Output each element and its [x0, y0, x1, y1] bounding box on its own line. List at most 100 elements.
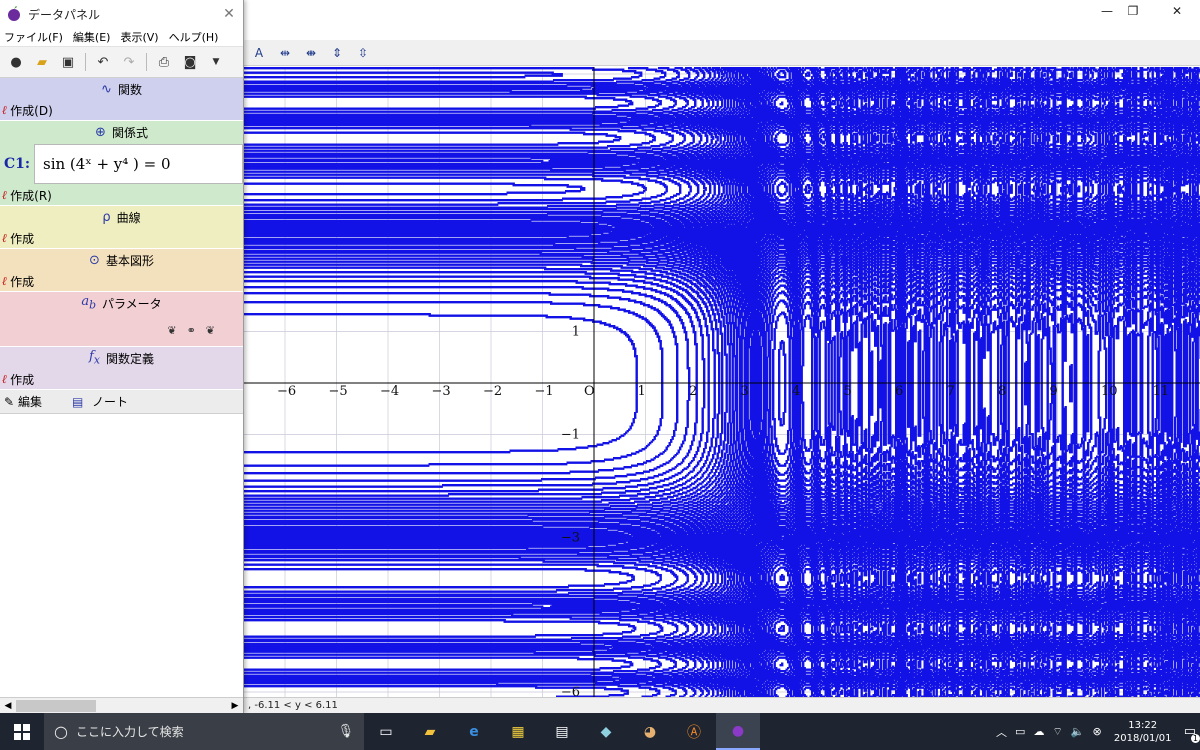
clock[interactable]: 13:22 2018/01/01 [1110, 719, 1176, 745]
show-hidden-icons-icon[interactable]: ︿ [996, 724, 1007, 740]
graph-canvas[interactable]: −6 −5 −4 −3 −2 −1 O 1 2 3 4 5 6 7 8 9 10 11 1 −1 −3 −6 [244, 67, 1200, 697]
data-panel-toolbar: ● ▰ ▣ ↶ ↷ ⎙ ◙ ▼ [0, 46, 243, 78]
x-tick-label: O [584, 384, 595, 399]
windows-logo-icon [14, 724, 30, 740]
scrollbar-thumb[interactable] [16, 700, 96, 712]
restore-button[interactable]: ❐ [1110, 0, 1156, 22]
data-panel-window: データパネル ✕ ファイル(F) 編集(E) 表示(V) ヘルプ(H) ● ▰ … [0, 0, 244, 713]
taskbar-edge[interactable]: e [452, 713, 496, 750]
graph-toolbar: A ⇹ ⇼ ⇕ ⇳ [244, 40, 1200, 66]
paw-print-icon[interactable]: ❦ [167, 324, 176, 337]
redo-button[interactable]: ↷ [117, 51, 141, 73]
paw-print-alt-icon[interactable]: ❦ [206, 324, 215, 337]
statusbar: , -6.11 < y < 6.11 [244, 697, 1200, 713]
relation-label: C1: [0, 156, 34, 172]
print-button[interactable]: ⎙ [152, 51, 176, 73]
function-section-header[interactable]: ∿ 関数 [0, 78, 243, 100]
taskbar-app-yellow[interactable]: ▦ [496, 713, 540, 750]
app-logo-icon [6, 6, 22, 22]
edit-icon: ✎ [0, 395, 18, 409]
folder-icon: ▰ [425, 724, 436, 740]
relation-create-button[interactable]: ℓ 作成(R) [0, 185, 243, 205]
close-icon: ✕ [1172, 4, 1182, 18]
curve-icon: ρ [102, 210, 110, 225]
relation-equation-field[interactable]: sin (4ˣ + y⁴ ) = 0 [34, 144, 243, 184]
basic-shape-create-button[interactable]: ℓ 作成 [0, 271, 243, 291]
new-button[interactable]: ● [4, 51, 28, 73]
save-button[interactable]: ▣ [56, 51, 80, 73]
taskbar-explorer[interactable]: ▰ [408, 713, 452, 750]
expand-vertical-icon[interactable]: ⇕ [326, 43, 348, 63]
notification-center-button[interactable]: ▭ 1 [1184, 724, 1196, 739]
start-button[interactable] [0, 713, 44, 750]
x-tick-label: −2 [483, 384, 502, 399]
data-panel-close-button[interactable]: ✕ [215, 0, 243, 28]
basic-shape-section-title: 基本図形 [106, 252, 154, 269]
scroll-right-icon[interactable]: ▶ [227, 701, 243, 711]
task-view-button[interactable]: ▭ [364, 713, 408, 750]
function-definition-section-header[interactable]: fx 関数定義 [0, 347, 243, 369]
capture-dropdown[interactable]: ▼ [204, 51, 228, 73]
microphone-icon[interactable]: 🎙 [337, 724, 354, 739]
menu-help[interactable]: ヘルプ(H) [169, 29, 219, 45]
x-tick-label: −1 [535, 384, 554, 399]
paint-palette-icon: ◕ [644, 724, 656, 740]
edit-button[interactable]: 編集 [18, 393, 72, 410]
function-definition-section: fx 関数定義 ℓ 作成 [0, 347, 243, 390]
status-error-icon[interactable]: ⊗ [1092, 725, 1101, 738]
relation-row[interactable]: C1: sin (4ˣ + y⁴ ) = 0 [0, 143, 243, 185]
axes-toggle-icon[interactable]: A [248, 43, 270, 63]
undo-button[interactable]: ↶ [91, 51, 115, 73]
edge-icon: e [469, 724, 479, 740]
expand-horizontal-icon[interactable]: ⇹ [274, 43, 296, 63]
volume-icon[interactable]: 🔈 [1071, 725, 1085, 738]
desktop: — ❐ ✕ A ⇹ ⇼ ⇕ ⇳ −6 −5 −4 −3 −2 −1 O 1 2 3 4 5 6 7 8 9 10… [0, 0, 1200, 750]
scroll-left-icon[interactable]: ◀ [0, 701, 16, 711]
taskbar-search[interactable]: ○ ここに入力して検索 🎙 [44, 713, 364, 750]
pen-icon: ℓ [2, 188, 7, 203]
pen-icon: ℓ [2, 274, 7, 289]
x-tick-label: 8 [998, 384, 1006, 399]
curve-create-button[interactable]: ℓ 作成 [0, 228, 243, 248]
function-definition-create-button[interactable]: ℓ 作成 [0, 369, 243, 389]
shrink-horizontal-icon[interactable]: ⇼ [300, 43, 322, 63]
y-tick-label: −6 [561, 685, 580, 697]
data-panel-titlebar: データパネル ✕ [0, 0, 243, 28]
cloud-icon[interactable]: ☁ [1033, 725, 1044, 738]
menu-file[interactable]: ファイル(F) [4, 29, 63, 45]
taskbar-paint[interactable]: ◕ [628, 713, 672, 750]
relation-section-title: 関係式 [112, 124, 148, 141]
taskbar-notebook[interactable]: ◆ [584, 713, 628, 750]
x-tick-label: 2 [689, 384, 697, 399]
clock-date: 2018/01/01 [1110, 732, 1176, 745]
x-tick-label: 7 [947, 384, 955, 399]
curve-section-header[interactable]: ρ 曲線 [0, 206, 243, 228]
menu-view[interactable]: 表示(V) [120, 29, 158, 45]
x-tick-label: 1 [638, 384, 646, 399]
shape-icon: ⊙ [89, 253, 100, 268]
toolbar-divider [146, 53, 147, 71]
link-icon[interactable]: ⚭ [187, 324, 196, 337]
note-button[interactable]: ノート [92, 393, 128, 410]
taskbar-calculator[interactable]: ▤ [540, 713, 584, 750]
pen-icon: ℓ [2, 231, 7, 246]
relation-section-header[interactable]: ⊕ 関係式 [0, 121, 243, 143]
relation-section: ⊕ 関係式 C1: sin (4ˣ + y⁴ ) = 0 ℓ 作成(R) [0, 121, 243, 206]
chevron-down-icon: ▼ [213, 57, 220, 67]
wifi-icon[interactable]: ⌔ [1052, 725, 1062, 739]
capture-button[interactable]: ◙ [178, 51, 202, 73]
basic-shape-section-header[interactable]: ⊙ 基本図形 [0, 249, 243, 271]
x-tick-label: 5 [844, 384, 852, 399]
notification-count: 1 [1191, 734, 1200, 743]
shrink-vertical-icon[interactable]: ⇳ [352, 43, 374, 63]
menu-edit[interactable]: 編集(E) [73, 29, 111, 45]
function-create-button[interactable]: ℓ 作成(D) [0, 100, 243, 120]
new-file-icon: ● [10, 55, 21, 70]
parameter-section-header[interactable]: ab パラメータ [0, 292, 243, 314]
taskbar-app-orange[interactable]: Ⓐ [672, 713, 716, 750]
taskbar-grapes-active[interactable]: ● [716, 713, 760, 750]
data-panel-scrollbar[interactable]: ◀ ▶ [0, 697, 243, 713]
battery-icon[interactable]: ▭ [1015, 725, 1025, 738]
close-button[interactable]: ✕ [1154, 0, 1200, 22]
open-button[interactable]: ▰ [30, 51, 54, 73]
